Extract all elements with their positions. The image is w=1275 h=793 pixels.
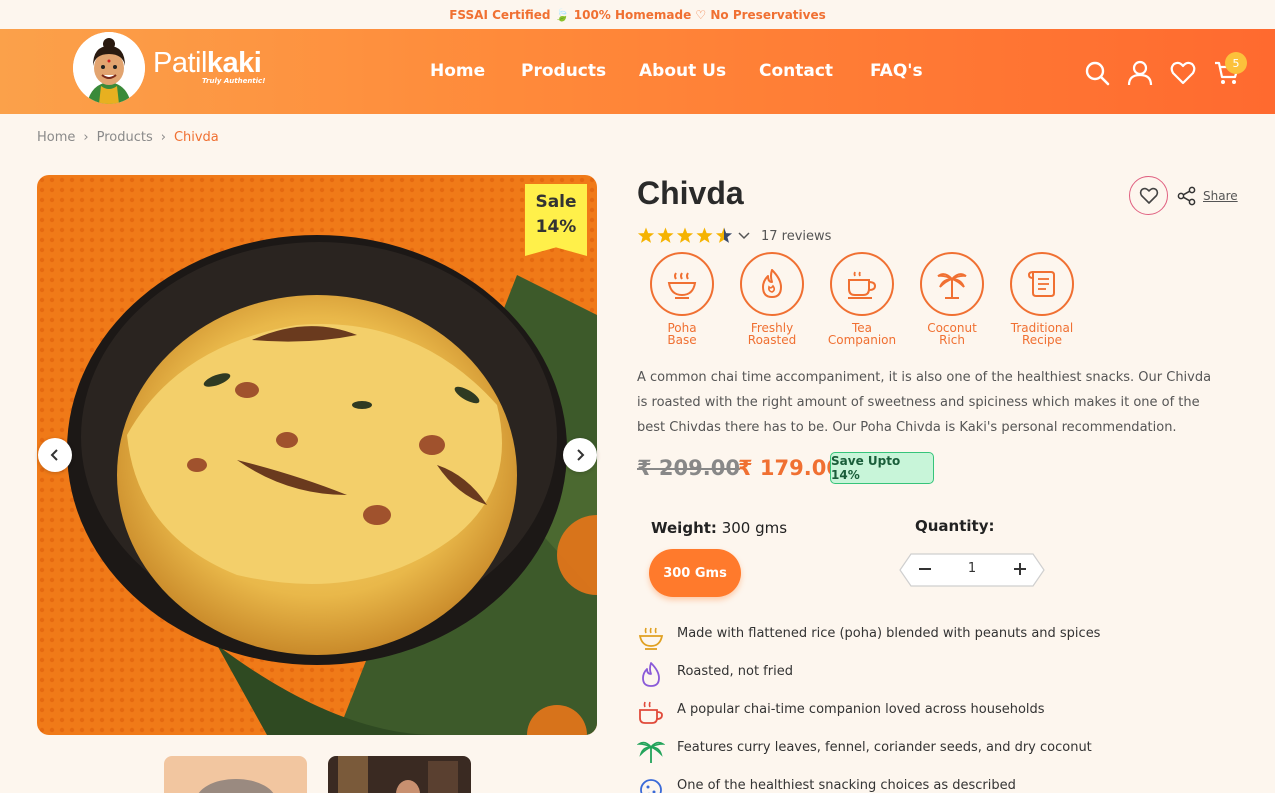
highlight-text: A popular chai-time companion loved acro… [677, 702, 1045, 717]
feature-label: Poha Base [667, 321, 697, 347]
prev-image-button[interactable] [38, 438, 72, 472]
nav-home[interactable]: Home [430, 61, 485, 81]
thumbnail-2[interactable] [328, 756, 471, 793]
list-item: A popular chai-time companion loved acro… [637, 696, 1237, 734]
thumbnail-1[interactable] [164, 756, 307, 793]
product-highlights: Made with flattened rice (poha) blended … [637, 620, 1237, 793]
sale-ribbon: Sale 14% [525, 184, 587, 256]
chevron-down-icon[interactable] [737, 229, 751, 243]
feature-freshly-roasted: Freshly Roasted [730, 252, 814, 346]
scroll-icon [1010, 252, 1074, 316]
highlight-text: Features curry leaves, fennel, coriander… [677, 740, 1092, 755]
announcement-bar: FSSAI Certified 🍃 100% Homemade ♡ No Pre… [0, 0, 1275, 29]
nav-faqs[interactable]: FAQ's [870, 61, 923, 81]
list-item: One of the healthiest snacking choices a… [637, 772, 1237, 793]
feature-poha-base: Poha Base [640, 252, 724, 346]
breadcrumb-current: Chivda [173, 130, 219, 145]
user-icon[interactable] [1127, 60, 1153, 86]
flame-icon [642, 662, 660, 687]
brand-name-bold: kaki [206, 47, 262, 79]
site-header: Patilkaki Truly Authentic! Home Products… [0, 29, 1275, 114]
tea-cup-icon [830, 252, 894, 316]
wishlist-button[interactable] [1129, 176, 1168, 215]
nav-contact[interactable]: Contact [759, 61, 833, 81]
breadcrumb-home[interactable]: Home [37, 130, 75, 145]
chevron-right-icon: › [83, 130, 89, 145]
breadcrumb-products[interactable]: Products [97, 130, 153, 145]
flame-icon [740, 252, 804, 316]
nav-about-us[interactable]: About Us [639, 61, 726, 81]
brand-tagline: Truly Authentic! [202, 77, 266, 85]
weight-label-value: 300 gms [721, 519, 788, 537]
feature-label: Tea Companion [827, 321, 897, 347]
chevron-left-icon [50, 449, 58, 461]
list-item: Features curry leaves, fennel, coriander… [637, 734, 1237, 772]
star-icon [676, 227, 694, 243]
brand-name[interactable]: Patilkaki [153, 47, 262, 80]
bowl-icon [650, 252, 714, 316]
reviews-count[interactable]: 17 reviews [761, 229, 831, 244]
weight-option-300gms[interactable]: 300 Gms [649, 549, 741, 597]
rating-row[interactable]: 17 reviews [637, 227, 831, 245]
nav-products[interactable]: Products [521, 61, 606, 81]
breadcrumb: Home › Products › Chivda [37, 130, 219, 145]
feature-label: Coconut Rich [927, 321, 977, 347]
search-icon[interactable] [1084, 60, 1110, 86]
list-item: Roasted, not fried [637, 658, 1237, 696]
minus-icon [919, 568, 931, 570]
next-image-button[interactable] [563, 438, 597, 472]
star-icon [696, 227, 713, 243]
quantity-label: Quantity: [915, 517, 995, 535]
chevron-right-icon: › [160, 130, 166, 145]
announcement-text: FSSAI Certified 🍃 100% Homemade ♡ No Pre… [449, 7, 826, 22]
highlight-text: Made with flattened rice (poha) blended … [677, 626, 1101, 641]
quantity-increase-button[interactable] [1007, 556, 1033, 582]
star-icon [715, 227, 733, 243]
sale-label: Sale [535, 192, 577, 212]
list-item: Made with flattened rice (poha) blended … [637, 620, 1237, 658]
feature-coconut-rich: Coconut Rich [910, 252, 994, 346]
quantity-decrease-button[interactable] [912, 556, 938, 582]
logo-mascot[interactable] [73, 32, 145, 104]
cart-count-badge: 5 [1225, 52, 1247, 74]
star-icon [657, 227, 674, 243]
bowl-icon [638, 627, 664, 650]
feature-label: Traditional Recipe [1010, 321, 1074, 347]
weight-label: Weight: 300 gms [651, 519, 787, 537]
product-title: Chivda [637, 175, 744, 211]
star-icon [637, 227, 655, 243]
share-label: Share [1203, 189, 1238, 203]
palm-tree-icon [920, 252, 984, 316]
highlight-text: One of the healthiest snacking choices a… [677, 778, 1016, 793]
price-sale: ₹ 179.00 [738, 456, 841, 480]
brand-name-light: Patil [153, 47, 207, 79]
share-icon [1177, 186, 1196, 206]
heart-icon [1139, 187, 1158, 204]
save-badge: Save Upto 14% [830, 452, 934, 484]
product-main-image[interactable] [37, 175, 597, 735]
highlight-text: Roasted, not fried [677, 664, 793, 679]
palm-tree-icon [637, 741, 665, 763]
chevron-right-icon [577, 449, 585, 461]
price-original: ₹ 209.00 [637, 456, 740, 480]
feature-tea-companion: Tea Companion [820, 252, 904, 346]
quantity-value[interactable]: 1 [954, 561, 990, 576]
feature-traditional-recipe: Traditional Recipe [1000, 252, 1084, 346]
star-rating [637, 227, 733, 243]
plus-icon [1014, 563, 1026, 575]
heart-icon[interactable] [1170, 60, 1196, 86]
product-description: A common chai time accompaniment, it is … [637, 370, 1212, 435]
quantity-stepper: 1 [899, 553, 1045, 587]
sale-percent: 14% [535, 217, 577, 237]
weight-label-key: Weight: [651, 519, 717, 537]
cookie-icon [640, 779, 662, 793]
tea-cup-icon [639, 701, 663, 724]
feature-label: Freshly Roasted [747, 321, 797, 347]
share-link[interactable]: Share [1177, 186, 1238, 206]
